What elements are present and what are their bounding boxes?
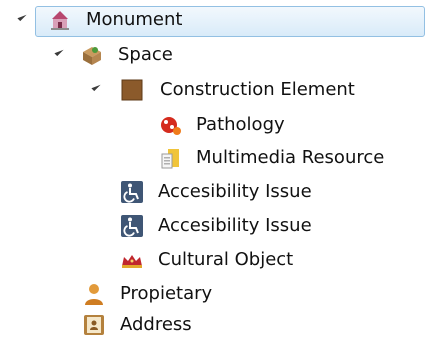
tree-node-label: Space <box>118 44 173 65</box>
crown-icon <box>122 255 142 268</box>
person-icon <box>85 284 103 305</box>
accessibility-icon <box>121 215 143 237</box>
tree-node-label: Accesibility Issue <box>158 181 312 202</box>
collapse-toggle-icon[interactable] <box>54 46 64 57</box>
tree-node-label: Accesibility Issue <box>158 215 312 236</box>
tree-node-accessibility-issue[interactable]: Accesibility Issue <box>0 175 428 207</box>
monument-icon <box>51 11 69 30</box>
tree-node-label: Construction Element <box>160 79 355 100</box>
tree-node-label: Propietary <box>120 283 213 304</box>
tree-node-label: Multimedia Resource <box>196 147 385 168</box>
tree-node-cultural-object[interactable]: Cultural Object <box>0 243 428 275</box>
construction-element-icon <box>121 79 143 101</box>
space-icon <box>83 47 101 65</box>
tree-node-label: Pathology <box>196 114 285 135</box>
tree-node-propietary[interactable]: Propietary <box>0 277 428 309</box>
tree-node-label: Cultural Object <box>158 249 294 270</box>
tree-view[interactable]: Monument Space Construction Element Path… <box>0 0 428 339</box>
tree-node-construction-element[interactable]: Construction Element <box>0 73 428 105</box>
tree-node-space[interactable]: Space <box>0 38 428 70</box>
collapse-toggle-icon[interactable] <box>91 81 101 92</box>
collapse-toggle-icon[interactable] <box>17 11 27 22</box>
tree-node-label: Monument <box>86 9 183 30</box>
tree-node-address[interactable]: Address <box>0 308 428 340</box>
multimedia-resource-icon <box>161 149 179 169</box>
tree-node-monument[interactable]: Monument <box>0 3 428 37</box>
tree-node-accessibility-issue[interactable]: Accesibility Issue <box>0 209 428 241</box>
tree-node-multimedia-resource[interactable]: Multimedia Resource <box>0 141 428 173</box>
accessibility-icon <box>121 181 143 203</box>
tree-node-pathology[interactable]: Pathology <box>0 108 428 140</box>
pathology-icon <box>161 117 181 135</box>
address-book-icon <box>84 315 104 335</box>
tree-node-label: Address <box>120 314 192 335</box>
